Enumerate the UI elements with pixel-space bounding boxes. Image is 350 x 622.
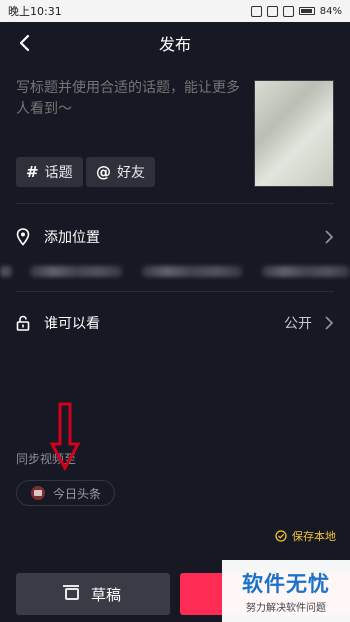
draft-icon xyxy=(62,585,79,600)
draft-button[interactable]: 草稿 xyxy=(16,573,170,615)
visibility-label: 谁可以看 xyxy=(44,316,100,332)
chevron-right-icon xyxy=(325,316,334,330)
location-suggestion[interactable] xyxy=(142,266,242,277)
divider xyxy=(16,203,334,204)
page-title: 发布 xyxy=(158,35,191,54)
friend-button[interactable]: @ 好友 xyxy=(86,157,155,187)
location-suggestion[interactable] xyxy=(0,266,12,277)
status-icons: 84% xyxy=(250,5,342,17)
toutiao-icon xyxy=(31,486,45,500)
location-suggestion[interactable] xyxy=(30,266,122,277)
watermark-title: 软件无忧 xyxy=(242,572,330,596)
at-icon: @ xyxy=(96,163,111,181)
location-suggestion[interactable] xyxy=(262,266,350,277)
topic-label: 话题 xyxy=(44,165,73,181)
friend-label: 好友 xyxy=(117,165,145,181)
wifi-icon xyxy=(266,5,278,17)
draft-label: 草稿 xyxy=(90,585,121,604)
title-input[interactable] xyxy=(16,78,240,138)
hash-icon: # xyxy=(26,163,39,181)
watermark: 软件无忧 努力解决软件问题 xyxy=(222,560,350,622)
watermark-subtitle: 努力解决软件问题 xyxy=(246,603,326,614)
check-circle-icon xyxy=(275,530,287,542)
battery-level: 84% xyxy=(319,5,342,17)
save-local-label: 保存本地 xyxy=(292,530,336,543)
topic-button[interactable]: # 话题 xyxy=(16,157,83,187)
visibility-value: 公开 xyxy=(284,316,312,332)
location-pin-icon xyxy=(16,228,30,246)
visibility-row[interactable]: 谁可以看 公开 xyxy=(16,308,334,338)
status-bar: 晚上10:31 84% xyxy=(0,0,350,22)
alarm-icon xyxy=(250,5,262,17)
back-icon[interactable] xyxy=(14,32,36,54)
lock-icon xyxy=(16,315,30,331)
toutiao-label: 今日头条 xyxy=(53,486,102,501)
signal-icon xyxy=(282,5,294,17)
battery-icon xyxy=(298,7,315,15)
video-thumbnail[interactable] xyxy=(254,80,334,187)
toutiao-sync-toggle[interactable]: 今日头条 xyxy=(16,480,115,506)
down-arrow-icon xyxy=(50,402,80,472)
add-location-label: 添加位置 xyxy=(44,230,100,246)
save-local-checkbox[interactable]: 保存本地 xyxy=(275,528,336,544)
divider xyxy=(16,291,334,292)
header: 发布 xyxy=(0,22,350,64)
status-time: 晚上10:31 xyxy=(8,5,62,18)
add-location-row[interactable]: 添加位置 xyxy=(16,222,334,252)
chevron-right-icon xyxy=(325,230,334,244)
